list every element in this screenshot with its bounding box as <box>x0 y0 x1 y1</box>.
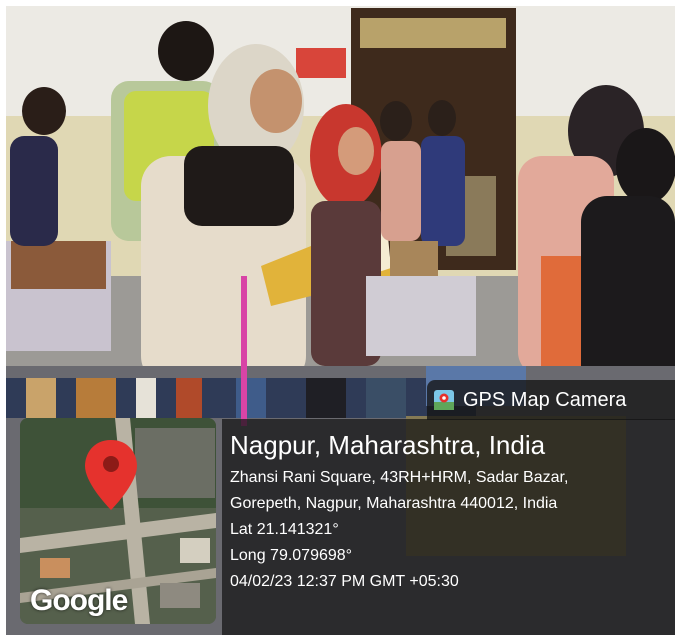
city-title: Nagpur, Maharashtra, India <box>230 430 546 460</box>
address-line-2: Gorepeth, Nagpur, Maharashtra 440012, In… <box>230 495 558 512</box>
gps-camera-text: GPS Map Camera <box>463 388 627 411</box>
map-thumbnail-icon <box>434 390 454 410</box>
longitude: Long 79.079698° <box>230 547 353 564</box>
timestamp: 04/02/23 12:37 PM GMT +05:30 <box>230 573 459 590</box>
gps-camera-label: GPS Map Camera <box>427 380 675 420</box>
google-logo: Google <box>30 584 128 617</box>
address-line-1: Zhansi Rani Square, 43RH+HRM, Sadar Baza… <box>230 469 569 486</box>
location-map: Google <box>20 418 216 624</box>
location-panel: Nagpur, Maharashtra, India Zhansi Rani S… <box>222 419 675 635</box>
latitude: Lat 21.141321° <box>230 521 339 538</box>
photo-frame: GPS Map Camera Google Nagpur, Maharashtr… <box>6 6 675 635</box>
